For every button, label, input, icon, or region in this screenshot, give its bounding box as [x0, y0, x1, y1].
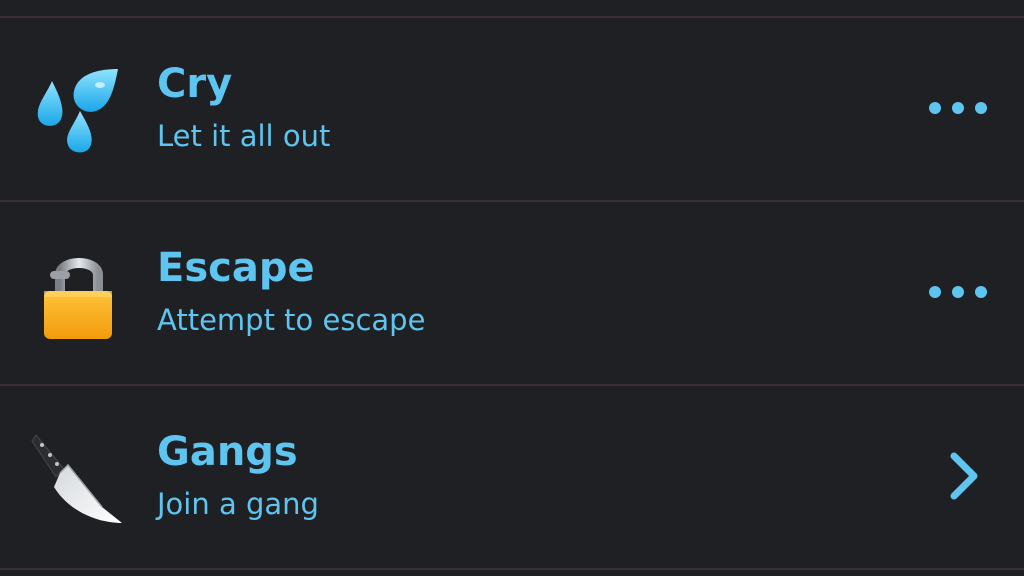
- action-row-cry[interactable]: Cry Let it all out: [0, 18, 1024, 200]
- sweat-droplets-icon: [30, 63, 126, 159]
- kitchen-knife-icon: [30, 431, 126, 527]
- action-subtitle: Attempt to escape: [157, 303, 426, 337]
- action-subtitle: Let it all out: [157, 119, 331, 153]
- top-strip: [0, 0, 1024, 16]
- action-title: Gangs: [157, 429, 298, 475]
- divider: [0, 568, 1024, 570]
- action-row-escape[interactable]: Escape Attempt to escape: [0, 202, 1024, 384]
- action-subtitle: Join a gang: [157, 487, 319, 521]
- action-row-gangs[interactable]: Gangs Join a gang: [0, 386, 1024, 568]
- more-options-icon[interactable]: [924, 262, 994, 322]
- chevron-right-icon[interactable]: [924, 446, 994, 506]
- more-options-icon[interactable]: [924, 78, 994, 138]
- unlocked-padlock-icon: [30, 247, 126, 343]
- action-title: Cry: [157, 61, 233, 107]
- action-title: Escape: [157, 245, 315, 291]
